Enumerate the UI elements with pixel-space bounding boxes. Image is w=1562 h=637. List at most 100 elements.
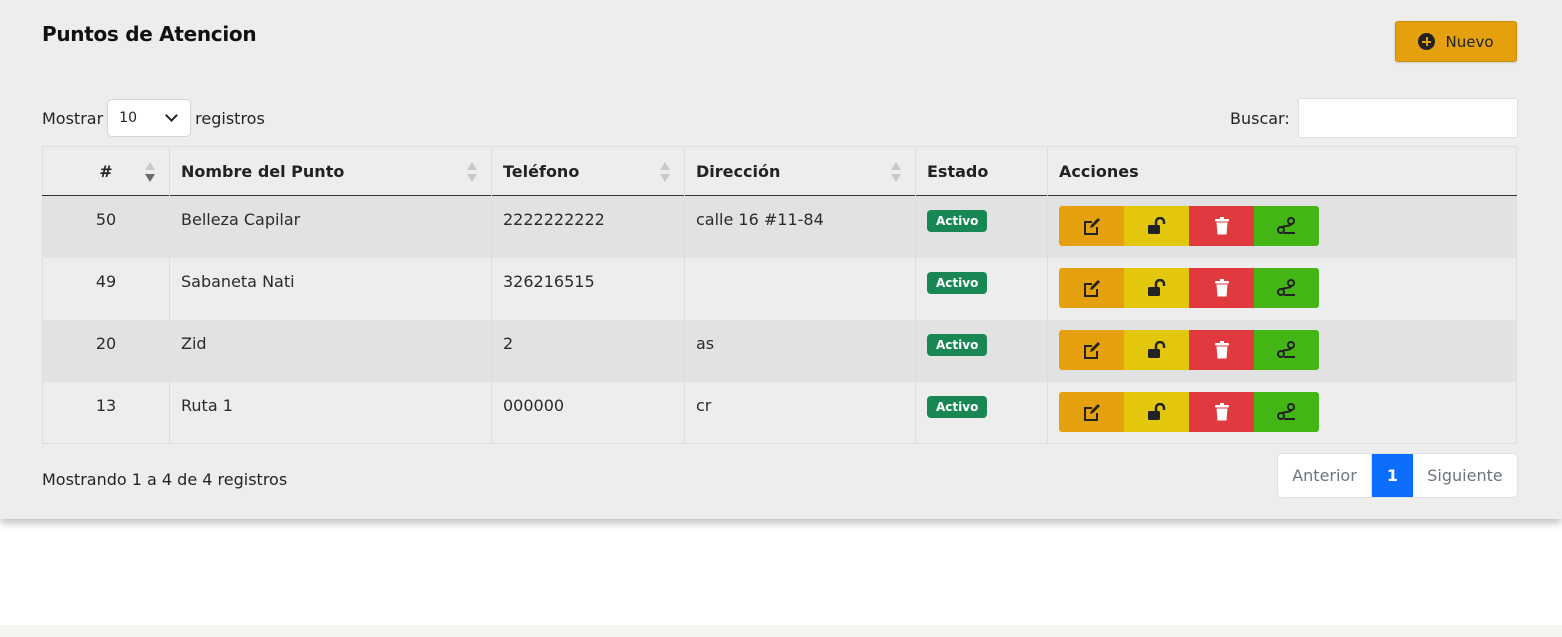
edit-icon <box>1083 279 1100 297</box>
sort-icon <box>660 162 670 184</box>
new-button-label: Nuevo <box>1445 32 1494 51</box>
cell-id: 20 <box>42 319 170 382</box>
unlock-icon <box>1147 340 1165 358</box>
cell-id: 49 <box>42 257 170 320</box>
page-length-select[interactable]: 10 <box>107 99 192 137</box>
row-actions <box>1059 206 1505 246</box>
cell-nombre: Belleza Capilar <box>169 195 492 258</box>
edit-icon <box>1083 218 1100 235</box>
main-card: Puntos de Atencion Nuevo Mostrar 10 regi… <box>0 0 1562 519</box>
chevron-down-icon <box>165 109 179 122</box>
page-title: Puntos de Atencion <box>42 22 257 46</box>
status-badge: Activo <box>927 271 988 294</box>
cell-estado: Activo <box>915 195 1048 258</box>
cell-telefono: 000000 <box>491 381 685 444</box>
table-row: 50 Belleza Capilar 2222222222 calle 16 #… <box>42 195 1517 258</box>
cell-nombre: Sabaneta Nati <box>169 257 492 320</box>
sort-icon <box>891 162 901 184</box>
edit-button[interactable] <box>1059 206 1124 246</box>
cell-telefono: 2222222222 <box>491 195 685 258</box>
cell-id: 50 <box>42 195 170 258</box>
unlock-button[interactable] <box>1124 329 1189 370</box>
route-button[interactable] <box>1254 329 1319 370</box>
route-button[interactable] <box>1254 391 1319 432</box>
route-icon <box>1276 402 1295 420</box>
length-prefix: Mostrar <box>42 108 104 128</box>
unlock-button[interactable] <box>1124 267 1189 308</box>
cell-estado: Activo <box>915 381 1048 444</box>
table-row: 49 Sabaneta Nati 326216515 Activo <box>42 257 1517 320</box>
column-header-direccion[interactable]: Dirección <box>684 146 916 196</box>
cell-telefono: 2 <box>491 319 685 382</box>
next-page-button[interactable]: Siguiente <box>1413 454 1517 497</box>
edit-icon <box>1083 341 1100 359</box>
unlock-icon <box>1147 402 1165 420</box>
unlock-icon <box>1147 278 1165 296</box>
column-header-estado: Estado <box>915 146 1048 196</box>
cell-nombre: Zid <box>169 319 492 382</box>
edit-icon <box>1083 403 1100 421</box>
cell-estado: Activo <box>915 319 1048 382</box>
plus-circle-icon <box>1418 33 1436 50</box>
cell-direccion <box>684 257 916 320</box>
length-control: Mostrar 10 registros <box>42 99 265 137</box>
sort-icon <box>145 162 155 184</box>
cell-nombre: Ruta 1 <box>169 381 492 444</box>
trash-icon <box>1214 217 1229 235</box>
new-button[interactable]: Nuevo <box>1395 21 1517 62</box>
page-length-value: 10 <box>119 110 137 126</box>
cell-estado: Activo <box>915 257 1048 320</box>
delete-button[interactable] <box>1189 206 1254 246</box>
trash-icon <box>1214 402 1229 420</box>
cell-direccion: calle 16 #11-84 <box>684 195 916 258</box>
column-header-id[interactable]: # <box>42 146 170 196</box>
row-actions <box>1059 329 1505 370</box>
pagination: Anterior 1 Siguiente <box>1277 453 1518 498</box>
table-info: Mostrando 1 a 4 de 4 registros <box>42 470 288 489</box>
trash-icon <box>1214 278 1229 296</box>
edit-button[interactable] <box>1059 329 1124 370</box>
cell-telefono: 326216515 <box>491 257 685 320</box>
data-table: # Nombre del Punto Teléfono Dirección Es… <box>42 146 1517 444</box>
column-header-acciones: Acciones <box>1059 161 1139 181</box>
route-icon <box>1276 217 1295 234</box>
cell-direccion: cr <box>684 381 916 444</box>
delete-button[interactable] <box>1189 329 1254 370</box>
delete-button[interactable] <box>1189 267 1254 308</box>
route-button[interactable] <box>1254 267 1319 308</box>
row-actions <box>1059 267 1505 308</box>
length-suffix: registros <box>195 108 265 128</box>
cell-acciones <box>1048 196 1517 258</box>
status-badge: Activo <box>927 395 988 418</box>
table-header-row: # Nombre del Punto Teléfono Dirección Es… <box>42 146 1517 196</box>
cell-acciones <box>1048 382 1517 444</box>
page-footer-strip <box>0 625 1562 637</box>
table-row: 20 Zid 2 as Activo <box>42 319 1517 382</box>
search-control: Buscar: <box>1230 98 1518 138</box>
status-badge: Activo <box>927 210 988 232</box>
previous-page-button[interactable]: Anterior <box>1278 454 1372 497</box>
unlock-icon <box>1147 217 1165 234</box>
cell-acciones <box>1048 320 1517 382</box>
cell-direccion: as <box>684 319 916 382</box>
edit-button[interactable] <box>1059 267 1124 308</box>
page-1-button[interactable]: 1 <box>1372 454 1413 497</box>
search-input[interactable] <box>1297 98 1518 138</box>
column-header-telefono[interactable]: Teléfono <box>491 146 685 196</box>
column-header-nombre[interactable]: Nombre del Punto <box>169 146 492 196</box>
cell-acciones <box>1048 258 1517 320</box>
sort-icon <box>467 162 477 184</box>
unlock-button[interactable] <box>1124 391 1189 432</box>
edit-button[interactable] <box>1059 391 1124 432</box>
route-icon <box>1276 278 1295 296</box>
cell-id: 13 <box>42 381 170 444</box>
search-label: Buscar: <box>1230 108 1290 128</box>
row-actions <box>1059 391 1505 432</box>
route-icon <box>1276 340 1295 358</box>
trash-icon <box>1214 340 1229 358</box>
route-button[interactable] <box>1254 206 1319 246</box>
delete-button[interactable] <box>1189 391 1254 432</box>
status-badge: Activo <box>927 333 988 356</box>
table-row: 13 Ruta 1 000000 cr Activo <box>42 381 1517 444</box>
unlock-button[interactable] <box>1124 206 1189 246</box>
